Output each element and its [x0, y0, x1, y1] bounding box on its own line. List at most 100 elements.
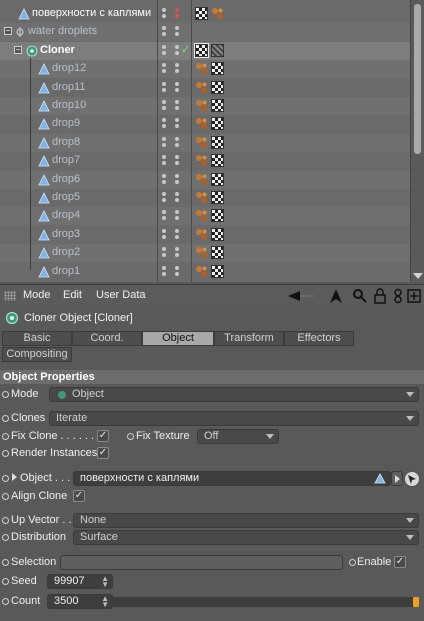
enable-checkbox[interactable]: ✓: [394, 556, 406, 568]
fix-texture-dropdown[interactable]: Off: [197, 429, 279, 444]
animate-dot-icon[interactable]: [2, 517, 9, 524]
animate-dot-icon[interactable]: [2, 433, 9, 440]
animate-dot-icon[interactable]: [2, 578, 9, 585]
tree-row[interactable]: drop8: [0, 134, 410, 152]
tab-effectors[interactable]: Effectors: [284, 331, 354, 346]
render-dots-icon[interactable]: [175, 62, 183, 76]
visibility-dots-icon[interactable]: [162, 25, 170, 39]
visibility-dots-icon[interactable]: [162, 265, 170, 279]
tree-row[interactable]: − Cloner ✓: [0, 42, 410, 60]
animate-dot-icon[interactable]: [127, 433, 134, 440]
material-spheres-icon[interactable]: [195, 265, 208, 278]
texture-tag-icon[interactable]: [211, 246, 224, 259]
grip-icon[interactable]: [4, 291, 16, 301]
material-spheres-icon[interactable]: [195, 99, 208, 112]
object-link-field[interactable]: поверхности с каплями: [73, 471, 391, 486]
material-spheres-icon[interactable]: [195, 209, 208, 222]
texture-tag-icon[interactable]: [194, 43, 209, 58]
render-dots-icon[interactable]: [175, 117, 183, 131]
stepper-icon[interactable]: ▲ ▼: [101, 575, 109, 588]
count-input[interactable]: 3500 ▲ ▼: [47, 594, 113, 609]
texture-tag-icon[interactable]: [211, 81, 224, 94]
animate-dot-icon[interactable]: [2, 415, 9, 422]
tree-row[interactable]: − water droplets: [0, 23, 410, 41]
visibility-dots-icon[interactable]: [162, 246, 170, 260]
tree-row[interactable]: drop3: [0, 226, 410, 244]
stepper-icon[interactable]: ▲ ▼: [101, 595, 109, 608]
new-panel-icon[interactable]: [406, 288, 422, 304]
visibility-dots-icon[interactable]: [162, 154, 170, 168]
animate-dot-icon[interactable]: [2, 391, 9, 398]
pick-object-button[interactable]: [404, 471, 420, 487]
animate-dot-icon[interactable]: [2, 493, 9, 500]
texture-tag-icon[interactable]: [211, 173, 224, 186]
tree-row[interactable]: drop10: [0, 97, 410, 115]
render-dots-icon[interactable]: [175, 173, 183, 187]
texture-tag-icon[interactable]: [211, 228, 224, 241]
texture-tag-icon[interactable]: [211, 191, 224, 204]
collapse-toggle-icon[interactable]: −: [4, 27, 12, 35]
render-dots-icon[interactable]: [175, 25, 183, 39]
link-icon[interactable]: [390, 288, 406, 304]
tree-row[interactable]: drop9: [0, 115, 410, 133]
count-slider[interactable]: [113, 597, 419, 607]
tab-object[interactable]: Object: [142, 331, 214, 346]
visibility-dots-icon[interactable]: [162, 62, 170, 76]
cursor-icon[interactable]: [328, 288, 344, 304]
collapse-toggle-icon[interactable]: −: [14, 46, 22, 54]
animate-dot-icon[interactable]: [2, 534, 9, 541]
tree-row[interactable]: drop5: [0, 189, 410, 207]
tree-row[interactable]: drop11: [0, 79, 410, 97]
render-dots-icon[interactable]: [175, 7, 183, 21]
render-dots-icon[interactable]: [175, 228, 183, 242]
texture-tag-icon[interactable]: [211, 209, 224, 222]
lock-icon[interactable]: [372, 288, 388, 304]
tree-row[interactable]: drop7: [0, 152, 410, 170]
material-spheres-icon[interactable]: [195, 154, 208, 167]
tab-compositing[interactable]: Compositing: [2, 347, 72, 362]
slider-handle[interactable]: [413, 597, 419, 607]
texture-tag-icon[interactable]: [211, 154, 224, 167]
visibility-dots-icon[interactable]: [162, 209, 170, 223]
render-dots-icon[interactable]: [175, 209, 183, 223]
texture-tag-icon[interactable]: [211, 99, 224, 112]
selection-link-field[interactable]: [60, 555, 343, 570]
visibility-dots-icon[interactable]: [162, 136, 170, 150]
tree-row[interactable]: drop6: [0, 171, 410, 189]
tree-row[interactable]: поверхности с каплями: [0, 5, 410, 23]
tree-row[interactable]: drop4: [0, 207, 410, 225]
visibility-dots-icon[interactable]: [162, 191, 170, 205]
render-dots-icon[interactable]: [175, 246, 183, 260]
enabled-check-icon[interactable]: ✓: [181, 43, 190, 56]
texture-tag-icon[interactable]: [211, 136, 224, 149]
animate-dot-icon[interactable]: [2, 598, 9, 605]
noise-tag-icon[interactable]: [211, 44, 224, 57]
tree-scrollbar[interactable]: [410, 0, 424, 282]
visibility-dots-icon[interactable]: [162, 228, 170, 242]
tab-coord[interactable]: Coord.: [72, 331, 142, 346]
up-vector-dropdown[interactable]: None: [73, 513, 419, 528]
visibility-dots-icon[interactable]: [162, 7, 170, 21]
material-spheres-icon[interactable]: [195, 246, 208, 259]
material-spheres-icon[interactable]: [211, 7, 224, 20]
tree-row[interactable]: drop1: [0, 263, 410, 281]
render-dots-icon[interactable]: [175, 136, 183, 150]
animate-dot-icon[interactable]: [349, 559, 356, 566]
menu-user-data[interactable]: User Data: [96, 289, 146, 301]
back-arrow-icon[interactable]: [286, 288, 316, 304]
material-spheres-icon[interactable]: [195, 81, 208, 94]
material-spheres-icon[interactable]: [195, 228, 208, 241]
material-spheres-icon[interactable]: [195, 191, 208, 204]
menu-edit[interactable]: Edit: [63, 289, 82, 301]
material-spheres-icon[interactable]: [195, 173, 208, 186]
visibility-dots-icon[interactable]: [162, 99, 170, 113]
distribution-dropdown[interactable]: Surface: [73, 530, 419, 545]
tab-basic[interactable]: Basic: [2, 331, 72, 346]
expand-arrow-icon[interactable]: [12, 473, 17, 481]
render-dots-icon[interactable]: [175, 81, 183, 95]
material-spheres-icon[interactable]: [195, 117, 208, 130]
visibility-dots-icon[interactable]: [162, 173, 170, 187]
animate-dot-icon[interactable]: [2, 475, 9, 482]
render-dots-icon[interactable]: [175, 265, 183, 279]
animate-dot-icon[interactable]: [2, 559, 9, 566]
